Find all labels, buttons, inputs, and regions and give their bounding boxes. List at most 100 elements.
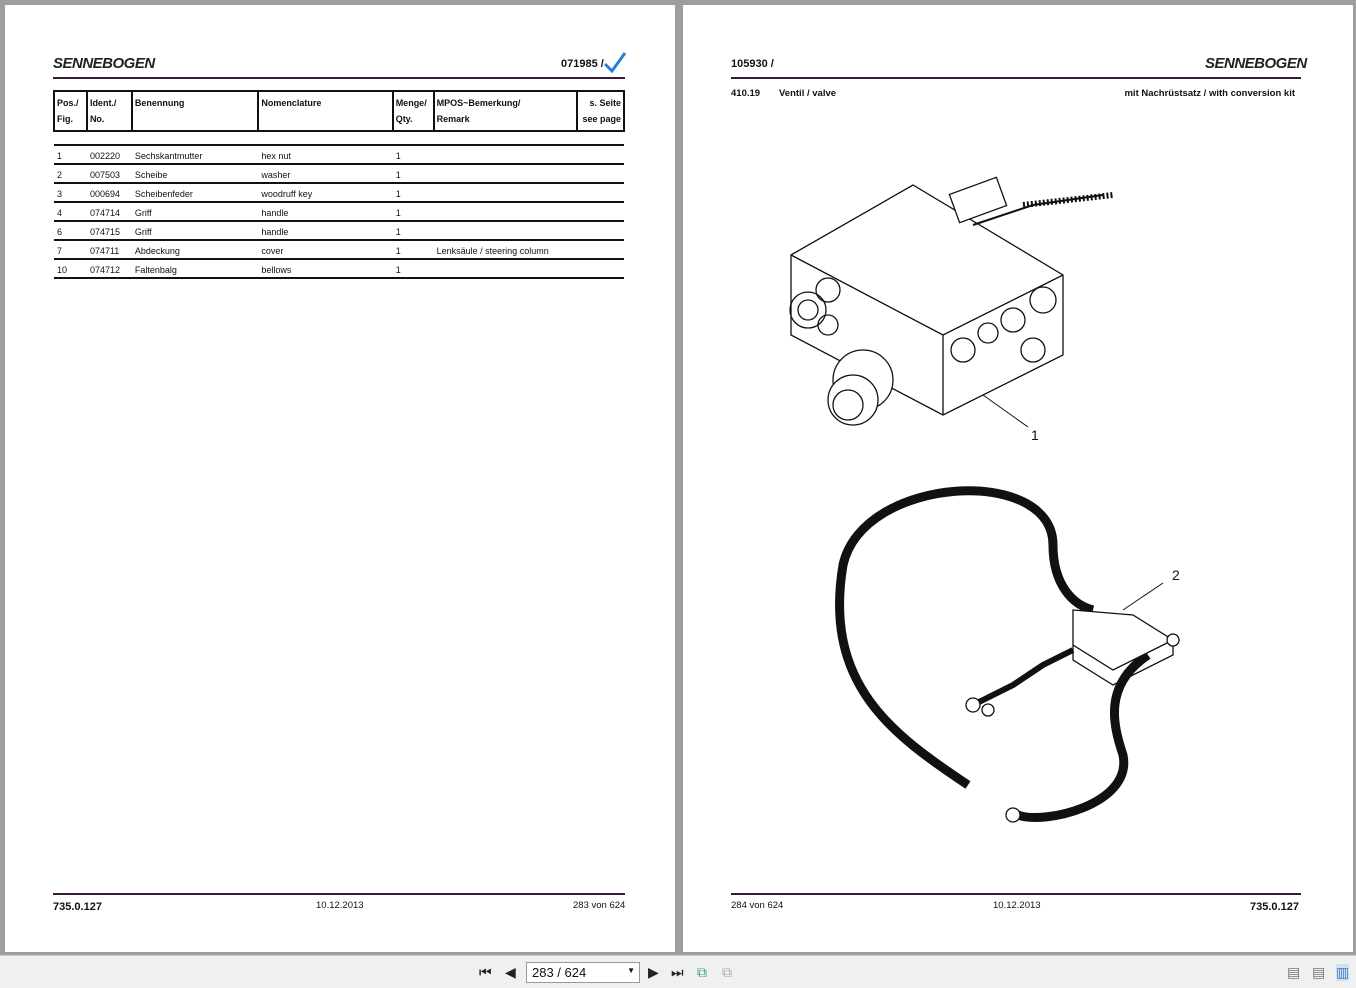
table-cell: 1: [392, 259, 434, 279]
footer-rule: [731, 893, 1301, 895]
table-cell: 074712: [86, 259, 132, 279]
table-cell: 1: [392, 164, 434, 184]
header-rule: [53, 77, 625, 79]
table-cell: [433, 183, 578, 203]
header-rule: [731, 77, 1301, 79]
table-cell: 1: [392, 145, 434, 165]
table-cell: 1: [392, 221, 434, 241]
table-row: 7 074711 Abdeckung cover 1 Lenksäule / steeri…: [54, 240, 624, 260]
page-number: 284 von 624: [731, 900, 784, 911]
previous-page-icon[interactable]: ◀: [505, 964, 516, 981]
table-cell: 6: [54, 221, 87, 241]
table-cell: Scheibe: [131, 164, 259, 184]
column-header-line: Benennung: [134, 98, 185, 108]
table-cell: Abdeckung: [131, 240, 259, 260]
column-header-line: see page: [582, 114, 621, 124]
table-cell: 10: [54, 259, 87, 279]
parts-table: Pos./ Fig. Ident./ No. Benennung Nomenclature…: [53, 90, 625, 279]
column-header-line: Menge/: [395, 98, 427, 108]
table-cell: [433, 259, 578, 279]
table-cell: Griff: [131, 202, 259, 222]
table-cell: [433, 145, 578, 165]
conversion-note: mit Nachrüstsatz / with conversion kit: [1124, 88, 1295, 99]
left-page: SENNEBOGEN 071985 / Pos./ Fig. Ident./ No. B…: [5, 5, 675, 952]
column-header-line: No.: [89, 114, 105, 124]
date: 10.12.2013: [993, 900, 1041, 911]
table-cell: Scheibenfeder: [131, 183, 259, 203]
doc-number: 735.0.127: [53, 901, 102, 913]
table-row: 10 074712 Faltenbalg bellows 1: [54, 259, 624, 279]
column-header: MPOS~Bemerkung/Remark: [432, 90, 579, 132]
first-page-icon[interactable]: ⏮: [479, 964, 492, 981]
table-cell: 1: [392, 202, 434, 222]
valve-drawing: [789, 176, 1114, 428]
table-cell: washer: [258, 164, 393, 184]
table-cell: [577, 164, 624, 184]
hose-drawing: [835, 486, 1180, 823]
date: 10.12.2013: [316, 900, 364, 911]
table-cell: woodruff key: [258, 183, 393, 203]
table-cell: [577, 221, 624, 241]
page-select[interactable]: 283 / 624 ▼: [526, 962, 640, 983]
viewer-toolbar: ⏮ ◀ 283 / 624 ▼ ▶ ⏭ ⧉ ⧉ ▤ ▤ ▥: [0, 955, 1356, 988]
table-cell: 1: [54, 145, 87, 165]
table-cell: [577, 145, 624, 165]
column-header-line: MPOS~Bemerkung/: [436, 98, 521, 108]
table-row: 3 000694 Scheibenfeder woodruff key 1: [54, 183, 624, 203]
table-cell: [433, 164, 578, 184]
single-page-icon[interactable]: ▤: [1287, 964, 1300, 981]
page-select-value: 283 / 624: [532, 965, 587, 980]
right-page: 105930 / SENNEBOGEN 410.19 Ventil / valv…: [683, 5, 1353, 952]
table-cell: 007503: [86, 164, 132, 184]
table-row: 6 074715 Griff handle 1: [54, 221, 624, 241]
column-header-line: Fig.: [57, 114, 73, 124]
table-cell: 3: [54, 183, 87, 203]
table-cell: Griff: [131, 221, 259, 241]
forward-view-icon[interactable]: ⧉: [722, 964, 732, 981]
table-cell: 1: [392, 183, 434, 203]
table-cell: 4: [54, 202, 87, 222]
callout-1: 1: [1031, 427, 1039, 443]
next-page-icon[interactable]: ▶: [648, 964, 659, 981]
column-header-line: Pos./: [57, 98, 79, 108]
table-cell: [433, 202, 578, 222]
table-cell: handle: [258, 221, 393, 241]
column-header: Pos./ Fig.: [53, 90, 88, 132]
column-header: Nomenclature: [257, 90, 394, 132]
column-header: Ident./ No.: [85, 90, 133, 132]
doc-number: 735.0.127: [1250, 901, 1299, 913]
footer-rule: [53, 893, 625, 895]
column-header-line: Qty.: [395, 114, 413, 124]
table-cell: 074714: [86, 202, 132, 222]
back-view-icon[interactable]: ⧉: [697, 964, 707, 981]
section-title: Ventil / valve: [779, 88, 837, 99]
table-cell: 1: [392, 240, 434, 260]
table-cell: [577, 259, 624, 279]
callout-2: 2: [1172, 567, 1180, 583]
check-icon: [603, 52, 627, 74]
table-cell: Faltenbalg: [131, 259, 259, 279]
table-cell: 7: [54, 240, 87, 260]
table-row: 4 074714 Griff handle 1: [54, 202, 624, 222]
table-cell: 000694: [86, 183, 132, 203]
valve-illustration: 1 2: [789, 176, 1180, 823]
table-cell: cover: [258, 240, 393, 260]
group-number: 410.19: [731, 88, 761, 99]
page-number: 283 von 624: [573, 900, 626, 911]
table-cell: 002220: [86, 145, 132, 165]
two-page-icon[interactable]: ▥: [1336, 964, 1350, 981]
table-row: 1 002220 Sechskantmutter hex nut 1: [54, 145, 624, 165]
column-header-line: Nomenclature: [261, 98, 322, 108]
table-cell: [433, 221, 578, 241]
column-header-line: s. Seite: [589, 98, 621, 108]
chevron-down-icon: ▼: [627, 966, 635, 975]
column-header-line: Ident./: [89, 98, 117, 108]
table-cell: Lenksäule / steering column: [433, 240, 578, 260]
table-cell: 2: [54, 164, 87, 184]
last-page-icon[interactable]: ⏭: [671, 964, 684, 981]
continuous-page-icon[interactable]: ▤: [1312, 964, 1325, 981]
column-header-line: Remark: [436, 114, 470, 124]
table-cell: 074711: [86, 240, 132, 260]
table-cell: bellows: [258, 259, 393, 279]
sennebogen-logo: SENNEBOGEN: [1205, 55, 1307, 72]
